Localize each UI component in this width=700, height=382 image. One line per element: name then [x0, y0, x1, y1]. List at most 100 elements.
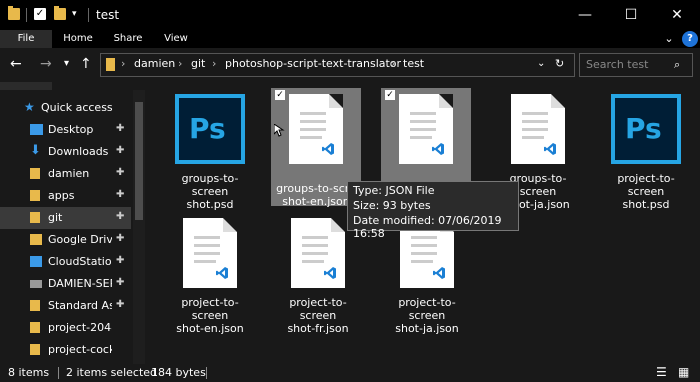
sidebar-item-desktop[interactable]: Desktop ✚: [0, 119, 131, 141]
file-item-project-to-screenshot-fr-json[interactable]: project-to-screen shot-fr.json: [273, 214, 363, 335]
sidebar-item-cloudstation[interactable]: CloudStation ✚: [0, 251, 131, 273]
pin-icon: ✚: [116, 277, 125, 288]
vscode-icon: [433, 267, 445, 279]
back-arrow-icon[interactable]: ←: [10, 56, 22, 72]
json-file-icon: [289, 94, 343, 164]
sidebar-item-apps[interactable]: apps ✚: [0, 185, 131, 207]
sidebar-item-label: Downloads: [48, 145, 109, 158]
file-name: project-to-screen shot-ja.json: [395, 296, 459, 335]
checkbox-checked-icon[interactable]: ✓: [275, 90, 285, 100]
scrollbar-thumb[interactable]: [135, 102, 143, 220]
recent-locations-chevron-icon[interactable]: ▾: [64, 58, 69, 69]
pin-icon: ✚: [116, 145, 125, 156]
sidebar-item-label: Standard Ass: [48, 299, 112, 312]
separator: [88, 8, 89, 22]
sidebar-item-google-drive[interactable]: Google Drive ✚: [0, 229, 131, 251]
separator: [58, 367, 59, 379]
search-icon: ⌕: [674, 58, 681, 71]
selected-count: 2 items selected: [66, 366, 158, 379]
breadcrumb-separator-icon: ›: [178, 57, 183, 70]
folder-icon: [30, 300, 40, 311]
forward-arrow-icon[interactable]: →: [40, 56, 52, 72]
title-bar: ✓ ▾ test — ☐ ✕: [0, 0, 700, 30]
details-view-icon[interactable]: ☰: [656, 365, 667, 379]
address-history-chevron-icon[interactable]: ⌄: [537, 58, 545, 69]
sidebar-item-downloads[interactable]: ⬇ Downloads ✚: [0, 141, 131, 163]
file-item-project-to-screenshot-psd[interactable]: Ps project-to-screen shot.psd: [601, 90, 691, 211]
file-name: groups-to-screen shot.psd: [181, 172, 239, 211]
chevron-down-icon[interactable]: ▾: [72, 8, 84, 20]
search-box[interactable]: Search test ⌕: [579, 53, 693, 77]
folder-icon: [8, 6, 20, 20]
tab-view[interactable]: View: [156, 30, 196, 48]
vscode-icon: [544, 143, 556, 155]
pin-icon: ✚: [116, 167, 125, 178]
json-file-icon: [291, 218, 345, 288]
file-item-project-to-screenshot-en-json[interactable]: project-to-screen shot-en.json: [165, 214, 255, 335]
help-icon[interactable]: ?: [682, 31, 698, 47]
sidebar-item-label: Google Drive: [48, 233, 112, 246]
sidebar-item-label: damien: [48, 167, 90, 180]
close-button[interactable]: ✕: [654, 0, 700, 30]
sidebar-item-label: git: [48, 211, 63, 224]
refresh-icon[interactable]: ↻: [555, 57, 564, 70]
breadcrumb-git[interactable]: git: [191, 57, 205, 70]
photoshop-file-icon: Ps: [611, 94, 681, 164]
selected-size: 184 bytes: [151, 366, 206, 379]
pin-icon: ✚: [116, 211, 125, 222]
properties-icon[interactable]: ✓: [34, 8, 46, 20]
window-title: test: [96, 8, 120, 22]
separator: [26, 8, 27, 22]
up-arrow-icon[interactable]: ↑: [80, 56, 92, 72]
json-file-icon: [183, 218, 237, 288]
tooltip-size: Size: 93 bytes: [353, 199, 431, 212]
sidebar-item-standard-ass[interactable]: Standard Ass ✚: [0, 295, 131, 317]
pin-icon: ✚: [116, 233, 125, 244]
new-folder-icon[interactable]: [54, 6, 66, 20]
sidebar-item-label: project-2048: [48, 321, 112, 334]
breadcrumb-damien[interactable]: damien: [134, 57, 175, 70]
network-drive-icon: [30, 280, 42, 288]
maximize-button[interactable]: ☐: [608, 0, 654, 30]
sidebar-scrollbar[interactable]: [133, 90, 145, 368]
sidebar-item-project-cockf[interactable]: project-cockf: [0, 339, 131, 361]
vscode-icon: [324, 267, 336, 279]
file-name: project-to-screen shot-en.json: [176, 296, 244, 335]
folder-icon: [30, 322, 40, 333]
sidebar-item-damien[interactable]: damien ✚: [0, 163, 131, 185]
json-file-icon: [399, 94, 453, 164]
breadcrumb-test[interactable]: test: [403, 57, 424, 70]
sidebar-item-project-2048[interactable]: project-2048: [0, 317, 131, 339]
file-name: project-to-screen shot.psd: [617, 172, 675, 211]
address-bar[interactable]: › damien › git › photoshop-script-text-t…: [100, 53, 575, 77]
breadcrumb-photoshop-script-text-translator[interactable]: photoshop-script-text-translator: [225, 57, 401, 70]
vscode-icon: [432, 143, 444, 155]
google-drive-icon: [30, 234, 42, 245]
large-icons-view-icon[interactable]: ▦: [678, 365, 689, 379]
minimize-button[interactable]: —: [562, 0, 608, 30]
navigation-pane: ★ Quick access Desktop ✚ ⬇ Downloads ✚ d…: [0, 90, 133, 368]
search-input[interactable]: Search test: [586, 58, 648, 71]
sidebar-item-git[interactable]: git ✚: [0, 207, 131, 229]
tab-share[interactable]: Share: [108, 30, 148, 48]
file-name: project-to-screen shot-fr.json: [287, 296, 349, 335]
mouse-cursor-icon: [274, 124, 285, 137]
sidebar-item-damien-ser[interactable]: DAMIEN-SER ✚: [0, 273, 131, 295]
chevron-down-icon[interactable]: ⌄: [662, 30, 676, 48]
file-info-tooltip: Type: JSON File Size: 93 bytes Date modi…: [347, 181, 519, 240]
folder-icon: [30, 212, 40, 223]
folder-icon: [30, 190, 40, 201]
sidebar-item-label: Quick access: [41, 101, 113, 114]
star-icon: ★: [24, 100, 35, 114]
folder-icon: [30, 344, 40, 355]
breadcrumb-separator-icon: ›: [121, 57, 126, 70]
sidebar-item-quick-access[interactable]: ★ Quick access: [0, 97, 131, 119]
checkbox-checked-icon[interactable]: ✓: [385, 90, 395, 100]
sidebar-item-label: project-cockf: [48, 343, 112, 356]
vscode-icon: [216, 267, 228, 279]
tab-home[interactable]: Home: [58, 30, 98, 48]
file-item-groups-to-screenshot-psd[interactable]: Ps groups-to-screen shot.psd: [165, 90, 255, 211]
tooltip-type: Type: JSON File: [353, 184, 435, 197]
sidebar-item-label: DAMIEN-SER: [48, 277, 112, 290]
pin-icon: ✚: [116, 255, 125, 266]
